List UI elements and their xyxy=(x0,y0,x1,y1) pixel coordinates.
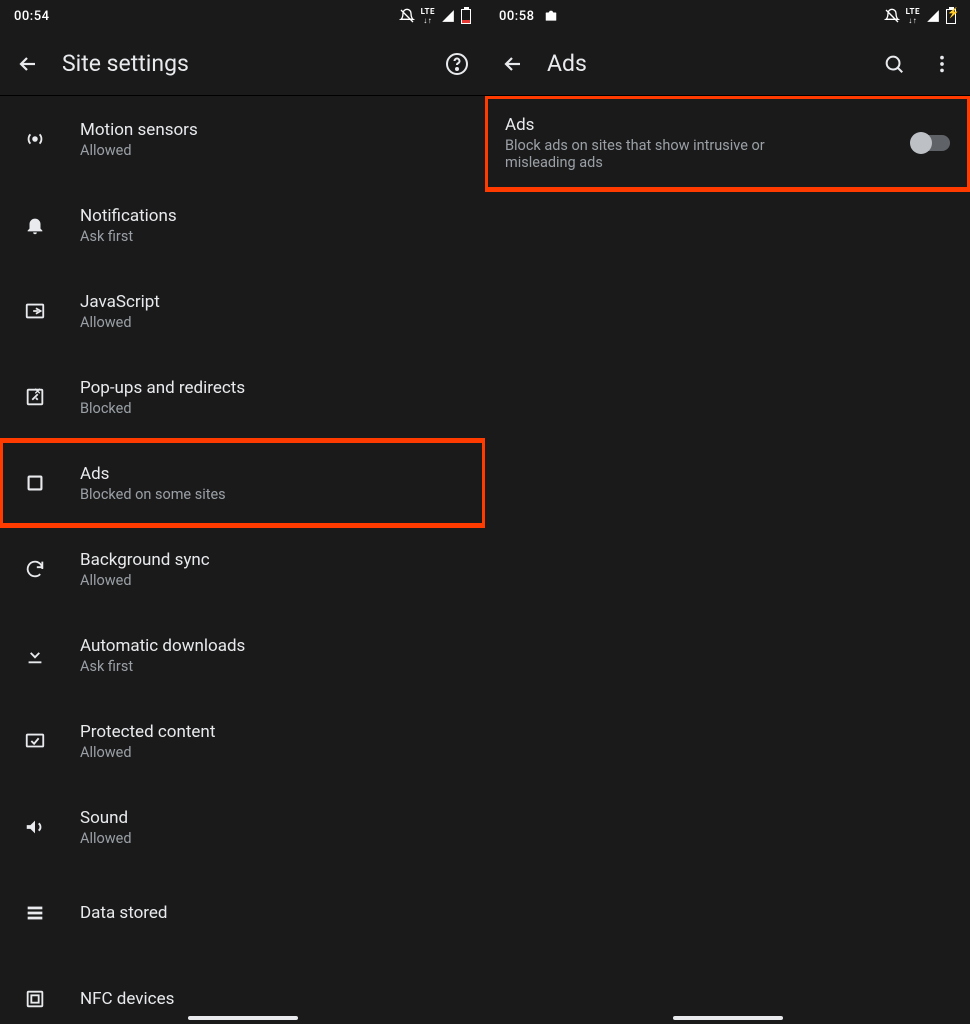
settings-item-subtitle: Blocked on some sites xyxy=(80,486,469,503)
notif-icon xyxy=(20,214,50,236)
ads-panel: Ads Block ads on sites that show intrusi… xyxy=(485,96,970,1024)
lte-icon: LTE ↓↑ xyxy=(421,8,435,25)
settings-item-title: NFC devices xyxy=(80,989,469,1009)
status-bar: 00:54 LTE ↓↑ xyxy=(0,0,485,32)
sound-icon xyxy=(20,816,50,838)
settings-item-title: JavaScript xyxy=(80,292,469,312)
settings-item-protc[interactable]: Protected content Allowed xyxy=(0,698,485,784)
settings-item-sound[interactable]: Sound Allowed xyxy=(0,784,485,870)
ads-toggle-title: Ads xyxy=(505,115,882,135)
settings-item-popups[interactable]: Pop-ups and redirects Blocked xyxy=(0,354,485,440)
settings-list[interactable]: Motion sensors Allowed Notifications Ask fi… xyxy=(0,96,485,1024)
gesture-bar xyxy=(188,1016,298,1020)
protc-icon xyxy=(20,730,50,752)
settings-item-title: Background sync xyxy=(80,550,469,570)
battery-icon xyxy=(946,9,956,24)
back-button[interactable] xyxy=(14,50,42,78)
settings-item-title: Automatic downloads xyxy=(80,636,469,656)
settings-item-data[interactable]: Data stored xyxy=(0,870,485,956)
motion-icon xyxy=(20,128,50,150)
settings-item-subtitle: Allowed xyxy=(80,744,469,761)
settings-item-subtitle: Allowed xyxy=(80,142,469,159)
settings-item-title: Notifications xyxy=(80,206,469,226)
settings-item-motion[interactable]: Motion sensors Allowed xyxy=(0,96,485,182)
battery-low-icon xyxy=(461,9,471,24)
status-icons: LTE ↓↑ xyxy=(399,8,471,25)
settings-item-subtitle: Allowed xyxy=(80,572,469,589)
settings-item-subtitle: Blocked xyxy=(80,400,469,417)
signal-icon xyxy=(441,9,455,23)
settings-item-title: Protected content xyxy=(80,722,469,742)
app-bar: Site settings xyxy=(0,32,485,96)
nfc-icon xyxy=(20,988,50,1010)
signal-icon xyxy=(926,9,940,23)
status-time: 00:58 xyxy=(499,9,534,24)
page-title: Site settings xyxy=(62,50,423,77)
js-icon xyxy=(20,300,50,322)
screenshot-icon xyxy=(544,9,558,23)
settings-item-title: Sound xyxy=(80,808,469,828)
ads-icon xyxy=(20,472,50,494)
ads-toggle-subtitle: Block ads on sites that show intrusive o… xyxy=(505,137,825,171)
ads-toggle-row[interactable]: Ads Block ads on sites that show intrusi… xyxy=(485,96,970,190)
screen-site-settings: 00:54 LTE ↓↑ Site settings xyxy=(0,0,485,1024)
settings-item-subtitle: Ask first xyxy=(80,228,469,245)
status-icons: LTE ↓↑ xyxy=(884,8,956,25)
settings-item-title: Data stored xyxy=(80,903,469,923)
settings-item-title: Pop-ups and redirects xyxy=(80,378,469,398)
status-bar: 00:58 LTE ↓↑ xyxy=(485,0,970,32)
status-time: 00:54 xyxy=(14,9,49,24)
settings-item-js[interactable]: JavaScript Allowed xyxy=(0,268,485,354)
app-bar: Ads xyxy=(485,32,970,96)
settings-item-title: Motion sensors xyxy=(80,120,469,140)
overflow-menu-button[interactable] xyxy=(928,50,956,78)
search-button[interactable] xyxy=(880,50,908,78)
back-button[interactable] xyxy=(499,50,527,78)
settings-item-autodl[interactable]: Automatic downloads Ask first xyxy=(0,612,485,698)
screen-ads: 00:58 LTE ↓↑ xyxy=(485,0,970,1024)
data-icon xyxy=(20,902,50,924)
page-title: Ads xyxy=(547,50,860,77)
popups-icon xyxy=(20,386,50,408)
gesture-bar xyxy=(673,1016,783,1020)
settings-item-subtitle: Allowed xyxy=(80,314,469,331)
autodl-icon xyxy=(20,644,50,666)
settings-item-nfc[interactable]: NFC devices xyxy=(0,956,485,1024)
settings-item-bgsync[interactable]: Background sync Allowed xyxy=(0,526,485,612)
settings-item-subtitle: Allowed xyxy=(80,830,469,847)
settings-item-subtitle: Ask first xyxy=(80,658,469,675)
help-button[interactable] xyxy=(443,50,471,78)
ads-toggle-switch[interactable] xyxy=(912,135,950,151)
lte-icon: LTE ↓↑ xyxy=(906,8,920,25)
settings-item-ads[interactable]: Ads Blocked on some sites xyxy=(0,440,485,526)
mute-icon xyxy=(399,8,415,24)
mute-icon xyxy=(884,8,900,24)
settings-item-title: Ads xyxy=(80,464,469,484)
bgsync-icon xyxy=(20,558,50,580)
settings-item-notif[interactable]: Notifications Ask first xyxy=(0,182,485,268)
